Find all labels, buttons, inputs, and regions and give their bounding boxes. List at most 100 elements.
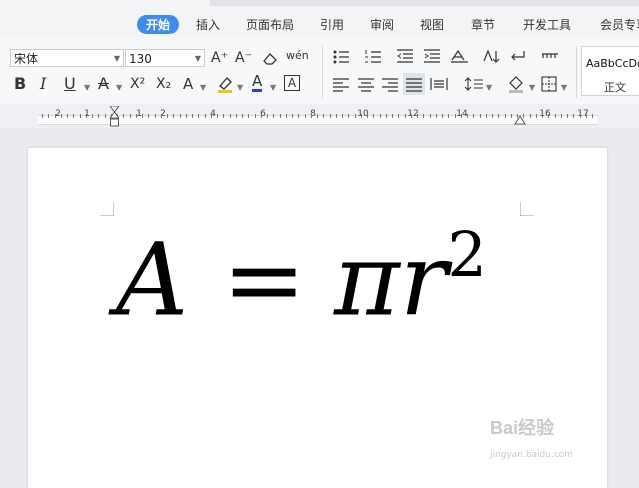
tab-view[interactable]: 视图 <box>420 16 444 33</box>
bullet-list-icon <box>333 50 349 64</box>
ruler-tick <box>42 114 43 118</box>
tab-insert[interactable]: 插入 <box>196 16 220 33</box>
borders-button[interactable] <box>541 76 557 96</box>
clear-format-button[interactable] <box>261 50 279 70</box>
highlighter-icon <box>218 77 232 93</box>
ruler-tick <box>304 114 306 118</box>
ruler-tick <box>510 114 512 118</box>
distributed-button[interactable] <box>430 76 448 96</box>
distribute-icon <box>430 78 448 90</box>
ruler-tick <box>429 114 431 118</box>
ruler-tick <box>379 114 381 118</box>
ruler-table-icon <box>542 53 558 58</box>
ribbon-tab-bar: 开始 插入 页面布局 引用 审阅 视图 章节 开发工具 会员专享 <box>0 0 639 38</box>
chevron-down-icon[interactable]: ▼ <box>529 80 535 96</box>
tab-section[interactable]: 章节 <box>471 16 495 33</box>
ruler-tick <box>354 114 356 118</box>
ruler-number: 1 <box>136 109 142 119</box>
style-normal[interactable]: AaBbCcDd 正文 <box>581 46 639 96</box>
paragraph-mark-button[interactable] <box>508 48 528 68</box>
ruler-tick <box>410 114 412 118</box>
ruler-tick <box>479 114 481 118</box>
ruler-tick <box>567 114 568 118</box>
ruler-tick <box>285 114 287 118</box>
align-center-button[interactable] <box>357 76 375 96</box>
bullet-list-button[interactable] <box>332 48 352 68</box>
shrink-font-button[interactable]: A⁻ <box>235 50 252 66</box>
ruler-tick <box>217 114 218 118</box>
increase-indent-button[interactable] <box>423 48 441 68</box>
ruler-tick <box>123 114 125 118</box>
chevron-down-icon[interactable]: ▼ <box>237 80 243 96</box>
subscript-button[interactable]: X₂ <box>156 76 171 92</box>
ruler-tick <box>329 114 331 118</box>
ruler-tick <box>373 114 375 118</box>
strikethrough-button[interactable]: A <box>98 76 109 92</box>
ruler-tick <box>279 114 281 118</box>
underline-button[interactable]: U <box>64 76 76 92</box>
area-formula[interactable]: A = πr2 <box>116 224 487 330</box>
chevron-down-icon[interactable]: ▼ <box>84 80 90 96</box>
align-right-icon <box>382 78 398 92</box>
justify-icon <box>406 78 422 92</box>
ruler-tick <box>342 114 343 118</box>
chevron-down-icon[interactable]: ▼ <box>270 80 276 96</box>
watermark: Bai经验 jingyan.baidu.com <box>490 414 573 460</box>
ruler-tick <box>310 114 312 118</box>
align-left-button[interactable] <box>332 76 350 96</box>
chevron-down-icon[interactable]: ▼ <box>200 80 206 96</box>
tab-developer[interactable]: 开发工具 <box>523 16 571 33</box>
chevron-down-icon[interactable]: ▼ <box>116 80 122 96</box>
tab-review[interactable]: 审阅 <box>370 16 394 33</box>
tab-member[interactable]: 会员专享 <box>600 16 639 33</box>
font-color-button[interactable]: A <box>252 74 263 92</box>
font-size-value: 130 <box>129 52 152 66</box>
line-spacing-icon <box>464 77 483 91</box>
ruler-tick <box>173 114 175 118</box>
ruler-tick <box>210 114 212 118</box>
right-indent-marker-icon[interactable] <box>514 112 526 128</box>
tab-references[interactable]: 引用 <box>320 16 344 33</box>
ruler-tick <box>498 114 500 118</box>
ruler-tick <box>129 114 131 118</box>
pinyin-button[interactable]: wén <box>286 48 309 64</box>
ruler-tick <box>529 114 531 118</box>
justify-button[interactable] <box>403 73 425 95</box>
text-direction-button[interactable] <box>450 48 470 68</box>
decrease-indent-button[interactable] <box>396 48 414 68</box>
ruler-tick <box>542 114 543 118</box>
line-spacing-button[interactable] <box>464 76 484 96</box>
font-name-select[interactable]: 宋体 ▼ <box>10 49 124 67</box>
sort-button[interactable] <box>482 48 500 68</box>
ruler-tick <box>323 114 325 118</box>
bold-button[interactable]: B <box>14 76 26 92</box>
tab-page-layout[interactable]: 页面布局 <box>246 16 294 33</box>
indent-icon <box>424 49 440 63</box>
ruler-tick <box>254 114 256 118</box>
group-divider <box>322 46 323 98</box>
ruler-tick <box>417 114 418 118</box>
char-border-button[interactable]: A <box>284 75 300 91</box>
numbered-list-button[interactable] <box>364 48 384 68</box>
horizontal-ruler[interactable]: 2 1 1 2 4 6 8 10 12 14 16 17 <box>0 104 639 128</box>
grow-font-button[interactable]: A⁺ <box>211 50 228 66</box>
superscript-button[interactable]: X² <box>130 76 145 92</box>
ruler-tick <box>73 114 75 118</box>
italic-button[interactable]: I <box>40 76 46 92</box>
ruler-tick <box>442 114 443 118</box>
tab-home[interactable]: 开始 <box>137 15 180 34</box>
chevron-down-icon[interactable]: ▼ <box>486 80 492 96</box>
indent-marker-icon[interactable] <box>110 106 119 128</box>
shading-button[interactable] <box>506 74 526 98</box>
chevron-down-icon[interactable]: ▼ <box>561 80 567 96</box>
align-right-button[interactable] <box>381 76 399 96</box>
text-effect-button[interactable]: A <box>183 76 193 92</box>
group-divider <box>576 46 577 98</box>
table-tools-button[interactable] <box>541 48 559 68</box>
chevron-down-icon: ▼ <box>113 54 120 63</box>
ruler-tick <box>229 114 231 118</box>
outdent-icon <box>397 49 413 63</box>
ruler-tick <box>573 114 575 118</box>
font-size-select[interactable]: 130 ▼ <box>125 49 205 67</box>
highlight-button[interactable] <box>215 74 235 98</box>
